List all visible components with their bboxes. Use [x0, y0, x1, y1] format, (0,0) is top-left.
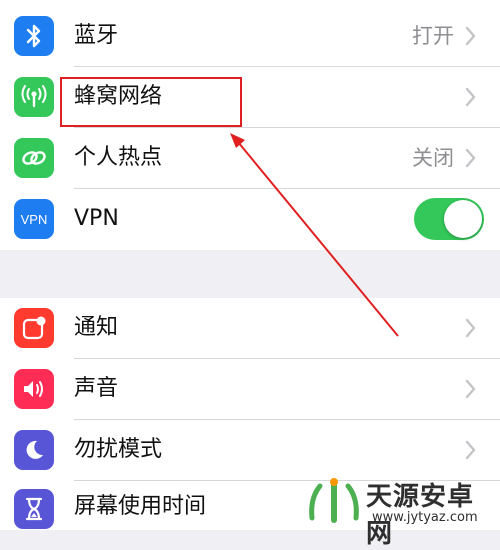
watermark-url: www.jytyaz.com: [372, 510, 478, 525]
watermark: 天源安卓网 www.jytyaz.com: [300, 470, 500, 549]
watermark-logo-icon: [309, 478, 359, 523]
annotation-arrow-icon: [230, 133, 399, 337]
